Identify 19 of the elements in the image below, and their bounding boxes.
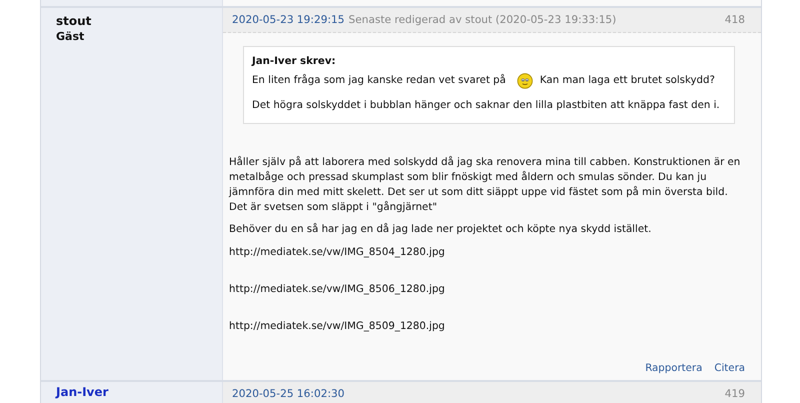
post-action-link[interactable]: Citera: [714, 362, 745, 376]
post-number: 418: [724, 13, 745, 27]
image-link[interactable]: http://mediatek.se/vw/IMG_8509_1280.jpg: [229, 320, 745, 334]
image-link[interactable]: http://mediatek.se/vw/IMG_8506_1280.jpg: [229, 283, 745, 297]
user-role: Gäst: [56, 30, 86, 43]
post-text: Håller själv på att laborera med solskydd då jag ska renovera mina till cabben. Konstruktionen är en metalbåge och pressad skumplast som blir fnöskigt med åldern och smulas sönder. Du kan ju jämnföra din med mitt skelett. Det ser ut som ditt siäppt uppe vid fästet som på min översta bild. Det är svetsen som släppt i "gångjärnet": [229, 155, 742, 215]
smiley-icon: [516, 73, 533, 89]
image-link[interactable]: http://mediatek.se/vw/IMG_8504_1280.jpg: [229, 246, 745, 260]
quote-author: Jan-Iver skrev:: [252, 55, 337, 69]
quote-text: Det högra solskyddet i bubblan hänger och saknar den lilla plastbiten att knäppa fast den i.: [252, 99, 720, 113]
post-text: Behöver du en så har jag en då jag lade ner projektet och köpte nya skydd istället.: [229, 222, 652, 237]
post-date: 2020-05-23 19:29:15: [232, 14, 345, 26]
author-name: stout: [56, 14, 92, 29]
post-date: 2020-05-25 16:02:30: [232, 388, 345, 400]
quote-text: Kan man laga ett brutet solskydd?: [540, 74, 715, 88]
edit-note: Senaste redigerad av stout (2020-05-23 19:33:15): [348, 14, 616, 26]
post-action-link[interactable]: Rapportera: [645, 362, 702, 376]
quote-text: En liten fråga som jag kanske redan vet svaret på: [252, 73, 506, 88]
post-number: 419: [724, 387, 745, 401]
